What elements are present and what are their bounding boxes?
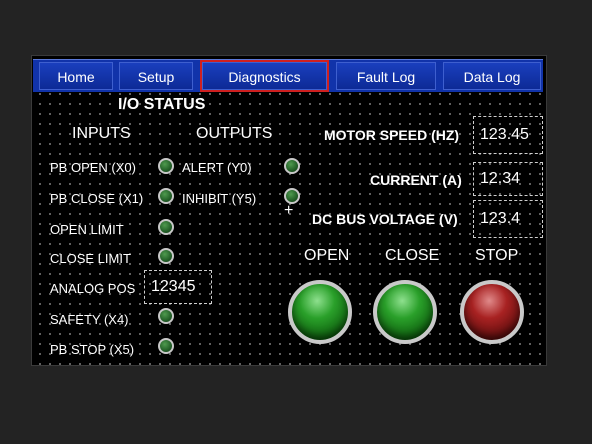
tab-bar: Home Setup Diagnostics Fault Log Data Lo… [33,59,543,92]
io-status-title: I/O STATUS [118,96,206,113]
input-indicator-pb-close [158,188,174,204]
open-button-label: OPEN [304,247,350,264]
tab-home[interactable]: Home [39,62,113,90]
dc-bus-voltage-value: 123.4 [473,200,543,238]
input-label-close-limit: CLOSE LIMIT [50,251,131,266]
hmi-screen: Home Setup Diagnostics Fault Log Data Lo… [31,55,547,366]
tab-diagnostics[interactable]: Diagnostics [200,60,329,92]
input-label-pb-open: PB OPEN (X0) [50,160,136,175]
outputs-header: OUTPUTS [196,125,273,142]
input-label-safety: SAFETY (X4) [50,312,129,327]
stop-button-label: STOP [475,247,519,264]
input-indicator-safety [158,308,174,324]
current-value: 12.34 [473,162,543,196]
input-indicator-pb-stop [158,338,174,354]
motor-speed-label: MOTOR SPEED (HZ) [324,127,460,143]
motor-speed-value: 123.45 [473,116,543,154]
stop-button[interactable] [460,280,524,344]
crosshair-cursor-icon: + [284,202,294,219]
input-indicator-pb-open [158,158,174,174]
input-label-pb-stop: PB STOP (X5) [50,342,135,357]
analog-pos-label: ANALOG POS [50,281,136,296]
tab-setup[interactable]: Setup [119,62,193,90]
input-label-open-limit: OPEN LIMIT [50,222,124,237]
dc-bus-voltage-label: DC BUS VOLTAGE (V) [312,211,458,227]
input-label-pb-close: PB CLOSE (X1) [50,191,144,206]
inputs-header: INPUTS [72,125,131,142]
tab-fault-log[interactable]: Fault Log [336,62,436,90]
output-label-alert: ALERT (Y0) [182,160,252,175]
analog-pos-value: 12345 [144,270,212,304]
close-button[interactable] [373,280,437,344]
close-button-label: CLOSE [385,247,440,264]
tab-data-log[interactable]: Data Log [443,62,541,90]
current-label: CURRENT (A) [370,172,462,188]
input-indicator-close-limit [158,248,174,264]
open-button[interactable] [288,280,352,344]
output-label-inhibit: INHIBIT (Y5) [182,191,257,206]
input-indicator-open-limit [158,219,174,235]
output-indicator-alert [284,158,300,174]
